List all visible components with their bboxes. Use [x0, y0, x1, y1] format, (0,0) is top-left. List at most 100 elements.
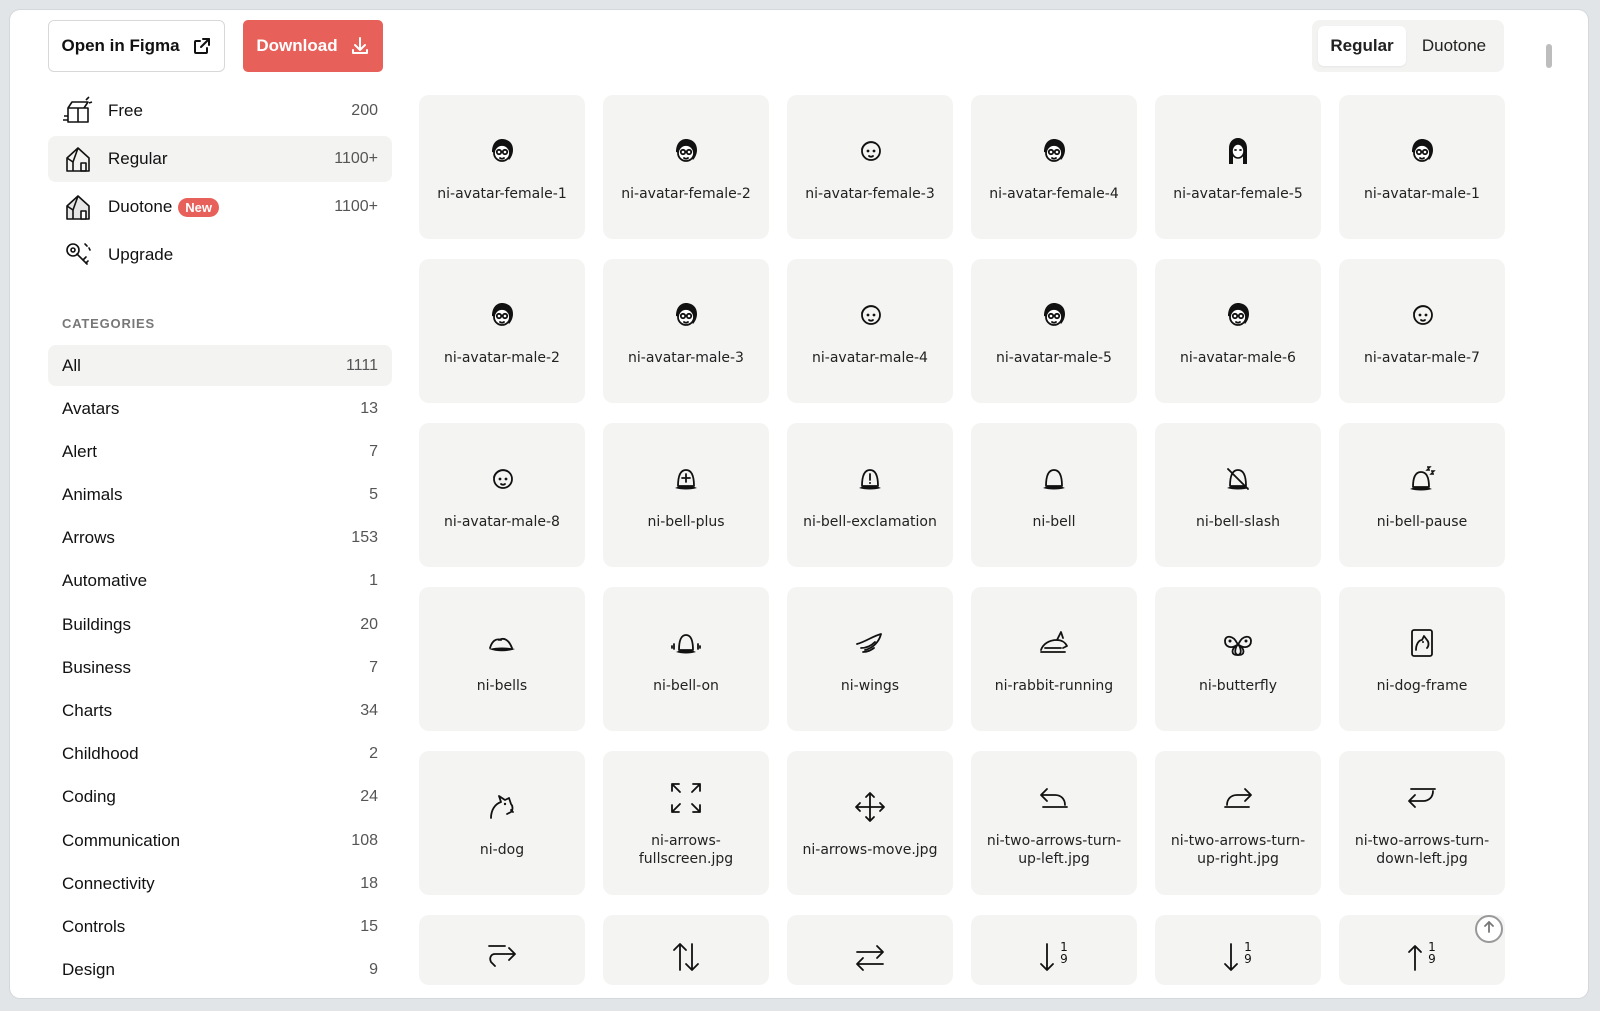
icon-tile[interactable]: ni-bell	[971, 423, 1137, 567]
icon-tile[interactable]: ni-bell-plus	[603, 423, 769, 567]
external-link-icon	[192, 36, 212, 56]
icon-tile-label: ni-bells	[476, 678, 528, 694]
category-item-childhood[interactable]: Childhood 2	[48, 734, 392, 775]
icon-tile[interactable]: ni-avatar-female-5	[1155, 95, 1321, 239]
category-count: 7	[369, 442, 378, 460]
avatar-outline-icon	[1402, 295, 1442, 335]
icon-tile[interactable]: ni-arrows-fullscreen.jpg	[603, 751, 769, 895]
category-item-all[interactable]: All 1111	[48, 345, 392, 386]
icon-tile[interactable]: ni-avatar-male-7	[1339, 259, 1505, 403]
icon-tile[interactable]: 1 9	[1155, 915, 1321, 985]
icon-tile[interactable]: ni-wings	[787, 587, 953, 731]
icon-tile[interactable]: ni-avatar-male-2	[419, 259, 585, 403]
category-item-business[interactable]: Business 7	[48, 647, 392, 688]
category-item-charts[interactable]: Charts 34	[48, 691, 392, 732]
icon-tile[interactable]: ni-rabbit-running	[971, 587, 1137, 731]
category-count: 153	[351, 529, 378, 547]
icon-tile[interactable]: ni-bell-exclamation	[787, 423, 953, 567]
category-item-connectivity[interactable]: Connectivity 18	[48, 863, 392, 904]
icon-tile-label: ni-bell-exclamation	[803, 514, 937, 530]
category-item-animals[interactable]: Animals 5	[48, 475, 392, 516]
turn-down-left-icon	[1402, 778, 1442, 818]
icon-tile[interactable]: ni-avatar-female-3	[787, 95, 953, 239]
plan-free[interactable]: Free 200	[48, 88, 392, 134]
category-item-automative[interactable]: Automative 1	[48, 561, 392, 602]
plan-upgrade-label: Upgrade	[108, 245, 174, 264]
open-in-figma-button[interactable]: Open in Figma	[48, 20, 225, 72]
avatar-icon	[1402, 131, 1442, 171]
toggle-regular[interactable]: Regular	[1318, 26, 1406, 66]
style-toggle: Regular Duotone	[1312, 20, 1504, 72]
category-item-alert[interactable]: Alert 7	[48, 431, 392, 472]
plan-duotone[interactable]: Duotone New 1100+	[48, 184, 392, 230]
icon-tile[interactable]: ni-dog	[419, 751, 585, 895]
category-count: 13	[360, 399, 378, 417]
icon-tile-label: ni-butterfly	[1198, 678, 1278, 694]
plan-regular[interactable]: Regular 1100+	[48, 136, 392, 182]
icon-tile[interactable]: ni-avatar-female-2	[603, 95, 769, 239]
category-item-avatars[interactable]: Avatars 13	[48, 388, 392, 429]
category-item-coding[interactable]: Coding 24	[48, 777, 392, 818]
icon-tile[interactable]: ni-avatar-female-1	[419, 95, 585, 239]
category-count: 2	[369, 745, 378, 763]
icon-tile-label: ni-avatar-male-6	[1180, 350, 1296, 366]
icon-tile-label: ni-rabbit-running	[994, 678, 1114, 694]
scrollbar[interactable]	[1544, 30, 1554, 990]
icon-tile-label: ni-bell	[1032, 514, 1076, 530]
icon-tile[interactable]: ni-avatar-male-3	[603, 259, 769, 403]
icon-tile-label: ni-avatar-male-7	[1364, 350, 1480, 366]
icon-tile[interactable]: ni-bell-slash	[1155, 423, 1321, 567]
icon-tile[interactable]	[603, 915, 769, 985]
icon-tile[interactable]	[787, 915, 953, 985]
toggle-duotone[interactable]: Duotone	[1410, 26, 1498, 66]
download-button[interactable]: Download	[243, 20, 383, 72]
icon-tile[interactable]: ni-two-arrows-turn-up-left.jpg	[971, 751, 1137, 895]
scroll-to-top-button[interactable]	[1475, 915, 1503, 943]
category-count: 24	[360, 788, 378, 806]
icon-tile[interactable]: ni-avatar-male-4	[787, 259, 953, 403]
avatar-icon	[666, 131, 706, 171]
icon-tile[interactable]: ni-two-arrows-turn-down-left.jpg	[1339, 751, 1505, 895]
avatar-icon	[482, 295, 522, 335]
icon-tile[interactable]: ni-bell-pause	[1339, 423, 1505, 567]
bell-icon	[1034, 459, 1074, 499]
avatar-outline-icon	[850, 131, 890, 171]
icon-tile[interactable]: ni-arrows-move.jpg	[787, 751, 953, 895]
category-label: All	[62, 355, 81, 375]
category-item-arrows[interactable]: Arrows 153	[48, 518, 392, 559]
icon-tile-label: ni-two-arrows-turn-down-left.jpg	[1354, 833, 1490, 867]
arrows-fullscreen-icon	[666, 778, 706, 818]
plan-free-count: 200	[351, 102, 378, 119]
icon-tile[interactable]: ni-bell-on	[603, 587, 769, 731]
category-label: Communication	[62, 830, 181, 850]
icon-tile[interactable]: ni-avatar-male-1	[1339, 95, 1505, 239]
icon-tile[interactable]: 1 9	[971, 915, 1137, 985]
category-count: 7	[369, 658, 378, 676]
category-label: Business	[62, 657, 131, 677]
icon-tile[interactable]: ni-avatar-male-5	[971, 259, 1137, 403]
category-label: Automative	[62, 571, 148, 591]
plan-duotone-label: Duotone	[108, 197, 173, 216]
icon-tile[interactable]	[419, 915, 585, 985]
icon-tile[interactable]: ni-dog-frame	[1339, 587, 1505, 731]
category-count: 1111	[345, 356, 378, 374]
plan-upgrade[interactable]: Upgrade	[48, 232, 392, 278]
icon-tile[interactable]: ni-avatar-male-8	[419, 423, 585, 567]
icon-tile[interactable]: ni-avatar-female-4	[971, 95, 1137, 239]
icon-tile[interactable]: ni-two-arrows-turn-up-right.jpg	[1155, 751, 1321, 895]
category-count: 108	[351, 831, 378, 849]
category-label: Animals	[62, 485, 123, 505]
scrollbar-thumb[interactable]	[1546, 44, 1552, 68]
icon-tile[interactable]: ni-butterfly	[1155, 587, 1321, 731]
category-label: Arrows	[62, 528, 115, 548]
icon-tile-label: ni-avatar-female-3	[805, 186, 935, 202]
icon-tile[interactable]: ni-avatar-male-6	[1155, 259, 1321, 403]
category-item-controls[interactable]: Controls 15	[48, 906, 392, 947]
category-label: Avatars	[62, 398, 120, 418]
icon-tile[interactable]: ni-bells	[419, 587, 585, 731]
bell-slash-icon	[1218, 459, 1258, 499]
category-item-buildings[interactable]: Buildings 20	[48, 604, 392, 645]
bell-plus-icon	[666, 459, 706, 499]
category-item-design[interactable]: Design 9	[48, 950, 392, 991]
category-item-communication[interactable]: Communication 108	[48, 820, 392, 861]
